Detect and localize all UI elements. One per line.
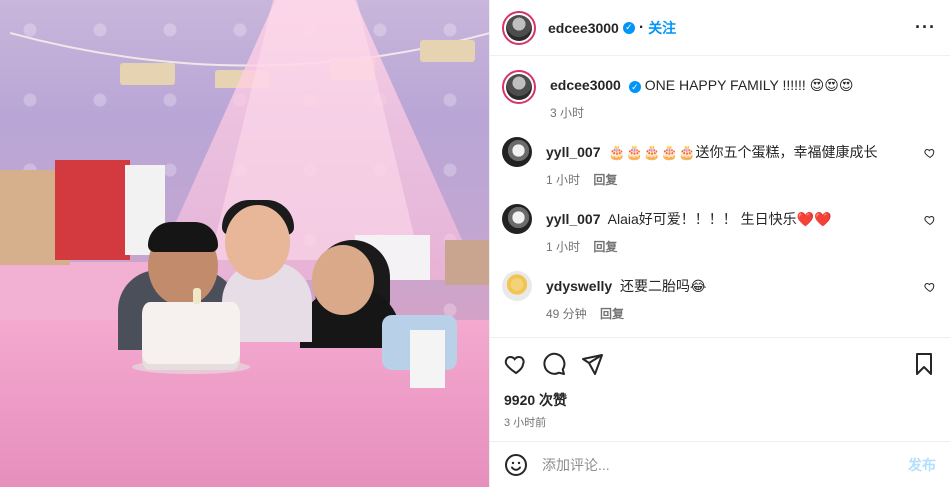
heart-icon[interactable] (924, 147, 936, 159)
post-time[interactable]: 3 小时前 (490, 414, 950, 432)
comment-text: 还要二胎吗😂 (620, 278, 707, 294)
comment-text: Alaia好可爱！！！！ 生日快乐❤️❤️ (607, 211, 832, 227)
verified-icon: ✓ (622, 21, 635, 34)
author-avatar[interactable] (502, 10, 536, 45)
bookmark-icon[interactable] (912, 352, 936, 376)
commenter-avatar[interactable] (502, 204, 532, 234)
post-comment-button[interactable]: 发布 (908, 455, 936, 475)
comment-time[interactable]: 49 分钟 (546, 307, 587, 321)
comment-username[interactable]: yyll_007 (546, 144, 601, 160)
comment-item: ydyswelly 还要二胎吗😂 49 分钟 回复 (502, 271, 938, 322)
reply-button[interactable]: 回复 (593, 240, 617, 254)
comment-time[interactable]: 1 小时 (546, 240, 580, 254)
likes-count[interactable]: 9920 次赞 (490, 390, 950, 410)
caption-time[interactable]: 3 小时 (550, 106, 584, 120)
reply-button[interactable]: 回复 (593, 173, 617, 187)
photo-cake (142, 302, 240, 370)
comment-username[interactable]: ydyswelly (546, 278, 612, 294)
post-actions (490, 338, 950, 390)
commenter-avatar[interactable] (502, 137, 532, 167)
photo-gift-bag (55, 160, 130, 260)
post-header: edcee3000 ✓ · 关注 ··· (490, 0, 950, 56)
post-container: edcee3000 ✓ · 关注 ··· edcee3000 ✓ ONE HAPP… (0, 0, 950, 487)
emoji-icon[interactable] (504, 453, 528, 477)
comments-list[interactable]: edcee3000 ✓ ONE HAPPY FAMILY !!!!!! 😍😍😍 3… (490, 56, 950, 338)
add-comment-bar: 添加评论... 发布 (490, 441, 950, 487)
photo-cups (410, 330, 445, 388)
comment-text: 🎂🎂🎂🎂🎂送你五个蛋糕，幸福健康成长 (608, 144, 878, 160)
caption-text: ONE HAPPY FAMILY !!!!!! 😍😍😍 (644, 77, 854, 93)
caption-username[interactable]: edcee3000 (550, 77, 621, 93)
heart-icon[interactable] (924, 281, 936, 293)
more-icon[interactable]: ··· (915, 17, 936, 38)
post-photo[interactable] (0, 0, 489, 487)
comment-time[interactable]: 1 小时 (546, 173, 580, 187)
share-icon[interactable] (580, 352, 604, 376)
author-username[interactable]: edcee3000 (548, 20, 619, 36)
heart-icon[interactable] (924, 214, 936, 226)
verified-icon: ✓ (628, 81, 641, 93)
caption-avatar[interactable] (502, 70, 536, 104)
comment-item: yyll_007 Alaia好可爱！！！！ 生日快乐❤️❤️ 1 小时 回复 (502, 204, 938, 255)
comment-username[interactable]: yyll_007 (546, 211, 601, 227)
heart-icon[interactable] (504, 352, 528, 376)
comment-icon[interactable] (542, 352, 566, 376)
caption: edcee3000 ✓ ONE HAPPY FAMILY !!!!!! 😍😍😍 3… (502, 70, 938, 121)
comment-item: yyll_007 🎂🎂🎂🎂🎂送你五个蛋糕，幸福健康成长 1 小时 回复 (502, 137, 938, 188)
follow-button[interactable]: 关注 (648, 18, 676, 38)
post-sidebar: edcee3000 ✓ · 关注 ··· edcee3000 ✓ ONE HAPP… (489, 0, 950, 487)
commenter-avatar[interactable] (502, 271, 532, 301)
reply-button[interactable]: 回复 (600, 307, 624, 321)
comment-input[interactable]: 添加评论... (542, 455, 610, 475)
